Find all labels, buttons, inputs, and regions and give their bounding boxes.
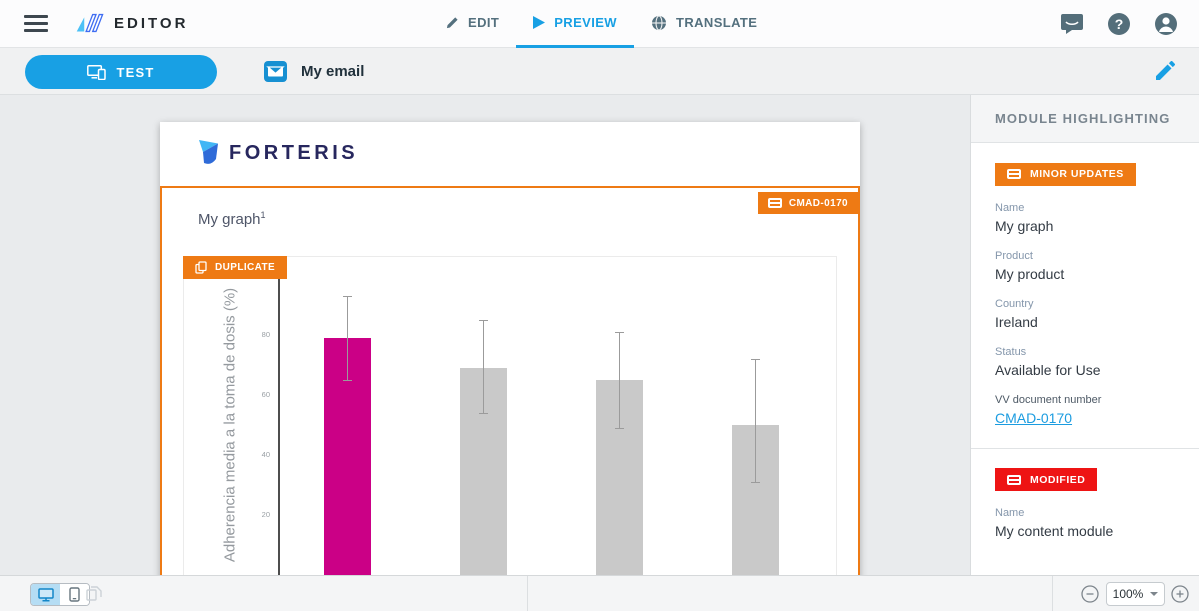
content-card-icon [1007,169,1021,179]
field-row: Name My graph [995,202,1175,234]
chart-error-bar [347,296,348,380]
app-logo: EDITOR [72,10,188,36]
device-toggle [30,583,90,606]
module-info-section: MODIFIED Name My content module [971,449,1199,560]
chart-error-cap [479,320,488,321]
y-tick-label: 80 [244,330,270,339]
status-badge[interactable]: MODIFIED [995,468,1097,491]
devices-icon [87,65,106,80]
field-value: My content module [995,523,1175,539]
field-label: Name [995,202,1175,214]
mobile-view-button[interactable] [60,584,89,605]
chart-error-cap [751,359,760,360]
chart-error-bar [755,359,756,482]
field-value: Ireland [995,314,1175,330]
status-bar: 100% [0,575,1199,611]
preview-pane: FORTERIS CMAD-0170 My graph1 DUPLICATE [0,95,970,575]
zoom-level: 100% [1113,587,1144,601]
zoom-in-button[interactable] [1171,585,1189,603]
monitor-icon [38,588,54,602]
document-link[interactable]: CMAD-0170 [995,410,1072,426]
field-label: VV document number [995,394,1175,406]
caret-down-icon [1150,592,1158,596]
module-tag[interactable]: CMAD-0170 [758,192,858,214]
email-page: FORTERIS CMAD-0170 My graph1 DUPLICATE [160,122,860,575]
field-value: Available for Use [995,362,1175,378]
chart-error-cap [615,332,624,333]
divider [527,576,528,611]
tab-preview[interactable]: PREVIEW [516,0,634,48]
status-badge[interactable]: MINOR UPDATES [995,163,1136,186]
copy-icon [195,261,207,274]
help-icon[interactable]: ? [1108,13,1130,35]
brand-logo: FORTERIS [198,139,358,168]
email-toolbar: TEST My email [0,48,1199,95]
field-row: Name My content module [995,507,1175,539]
chart-error-bar [483,320,484,413]
app-window: EDITOR EDIT PREVIEW TRANSLATE [0,0,1199,611]
email-title-group: My email [264,48,364,95]
chart-error-cap [343,380,352,381]
chart-error-cap [343,296,352,297]
y-tick-label: 60 [244,390,270,399]
chart-error-cap [751,482,760,483]
pages-icon [86,586,102,606]
tab-edit[interactable]: EDIT [428,0,516,48]
app-logo-icon [72,10,104,36]
play-icon [533,16,545,29]
chart-error-cap [615,428,624,429]
field-row: VV document number CMAD-0170 [995,394,1175,428]
content-card-icon [1007,475,1021,485]
brand-logo-icon [198,139,219,168]
field-label: Status [995,346,1175,358]
desktop-view-button[interactable] [31,584,60,605]
field-label: Product [995,250,1175,262]
test-button[interactable]: TEST [25,55,217,89]
top-bar-actions: ? [1061,0,1177,48]
content-card-icon [768,198,782,208]
zoom-level-select[interactable]: 100% [1106,582,1165,606]
top-bar: EDITOR EDIT PREVIEW TRANSLATE [0,0,1199,48]
email-title: My email [301,63,364,80]
brand-name: FORTERIS [229,142,358,165]
field-row: Product My product [995,250,1175,282]
module-info-section: MINOR UPDATES Name My graph Product My prod… [971,143,1199,449]
module-title: My graph1 [198,210,266,228]
field-value: My graph [995,218,1175,234]
chart-y-axis [278,269,280,575]
edit-email-icon[interactable] [1156,61,1175,85]
menu-icon[interactable] [24,15,48,33]
field-label: Country [995,298,1175,310]
divider [1052,576,1053,611]
panel-title: MODULE HIGHLIGHTING [971,95,1199,143]
field-label: Name [995,507,1175,519]
module-highlighting-panel: MODULE HIGHLIGHTING MINOR UPDATES Name My… [970,95,1199,575]
y-tick-label: 20 [244,510,270,519]
mode-tabs: EDIT PREVIEW TRANSLATE [428,0,774,48]
field-row: Status Available for Use [995,346,1175,378]
pencil-icon [445,16,459,30]
module-fields: Name My content module [995,507,1175,539]
svg-text:?: ? [1115,16,1124,32]
chart-y-axis-label: Adherencia media a la toma de dosis (%) [222,288,239,562]
email-header: FORTERIS [160,122,860,186]
tab-translate[interactable]: TRANSLATE [634,0,774,48]
chat-icon[interactable] [1061,14,1083,34]
content-module[interactable]: CMAD-0170 My graph1 DUPLICATE Adherencia… [160,186,860,575]
phone-icon [69,587,80,602]
chart-container: DUPLICATE Adherencia media a la toma de … [183,256,837,575]
globe-icon [651,15,667,31]
field-row: Country Ireland [995,298,1175,330]
chart-error-cap [479,413,488,414]
module-fields: Name My graph Product My product Country Irel… [995,202,1175,428]
field-value: My product [995,266,1175,282]
zoom-out-button[interactable] [1081,585,1099,603]
account-icon[interactable] [1155,13,1177,35]
app-name: EDITOR [114,15,188,32]
y-tick-label: 40 [244,450,270,459]
email-icon [264,61,287,82]
duplicate-button[interactable]: DUPLICATE [183,256,287,279]
chart-error-bar [619,332,620,428]
